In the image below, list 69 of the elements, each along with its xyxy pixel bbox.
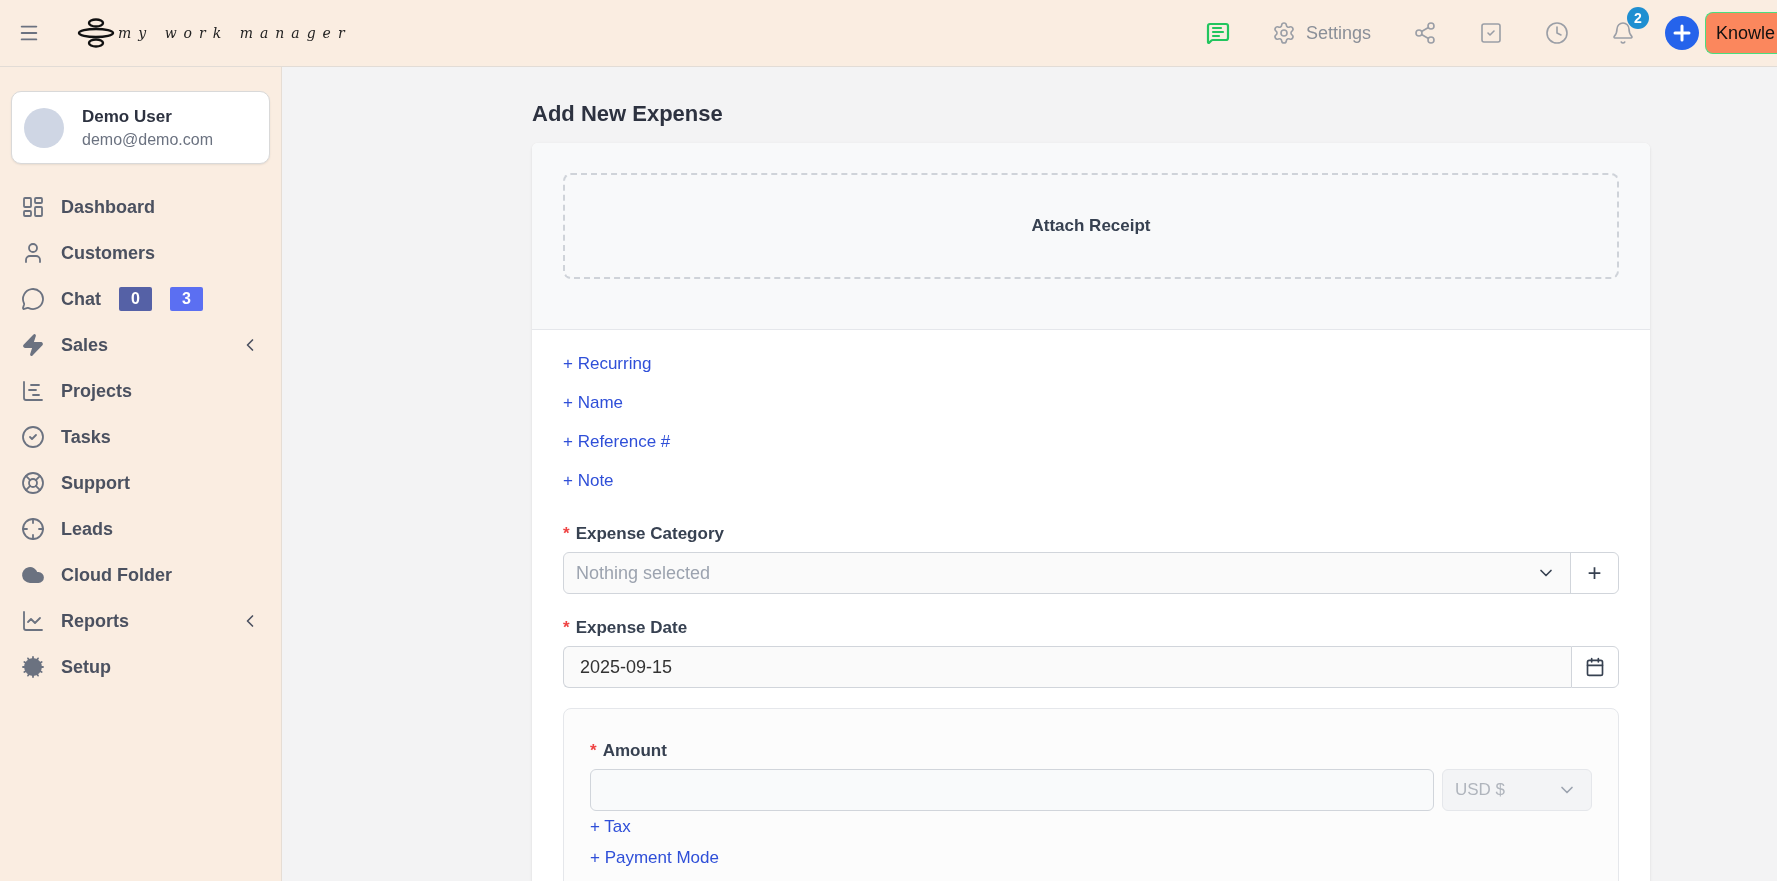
add-field-link[interactable]: + Payment Mode: [590, 844, 719, 871]
user-name: Demo User: [82, 106, 173, 127]
nav-label: Sales: [61, 334, 109, 356]
nav-label: Dashboard: [61, 196, 156, 218]
logo-icon: [76, 18, 116, 48]
settings-icon: [1271, 21, 1296, 45]
nav-item[interactable]: Cloud Folder: [11, 552, 270, 598]
add-field-link[interactable]: + Recurring: [563, 350, 652, 377]
checkbox-icon: [1478, 21, 1503, 45]
field-label: Amount: [602, 741, 667, 761]
setup-icon: [21, 655, 45, 679]
user-email: demo@demo.com: [82, 130, 213, 149]
tasks-icon: [21, 425, 45, 449]
reports-icon: [21, 609, 45, 633]
knowledge-button[interactable]: Knowle: [1704, 12, 1777, 54]
avatar-icon: [24, 107, 64, 148]
nav-item[interactable]: Customers: [11, 230, 270, 276]
chat-icon: [1205, 21, 1230, 45]
logo-text: my work manager: [118, 25, 352, 41]
amount-field[interactable]: [590, 769, 1434, 811]
dashboard-icon: [21, 195, 45, 219]
share-button[interactable]: [1412, 21, 1437, 45]
add-button[interactable]: [1664, 16, 1699, 50]
add-field-link[interactable]: + Tax: [590, 813, 631, 840]
checkbox-button[interactable]: [1478, 21, 1503, 45]
share-icon: [1412, 21, 1437, 45]
calendar-icon[interactable]: [1585, 657, 1605, 677]
field-label: Expense Category: [575, 524, 724, 544]
nav-item[interactable]: Projects: [11, 368, 270, 414]
nav-label: Support: [61, 472, 130, 494]
required-mark: *: [563, 524, 570, 544]
clock-icon: [1544, 21, 1569, 45]
nav-label: Setup: [61, 656, 111, 678]
nav-item[interactable]: Leads: [11, 506, 270, 552]
nav-label: Chat: [61, 288, 101, 310]
field-label: Expense Date: [575, 618, 688, 638]
notification-count: 2: [1626, 7, 1649, 29]
count-badge: 0: [119, 287, 152, 311]
nav-item[interactable]: Sales: [11, 322, 270, 368]
add-field-link[interactable]: + Reference #: [563, 428, 671, 455]
date-field[interactable]: 2025-09-15: [563, 646, 1571, 688]
nav-item[interactable]: Reports: [11, 598, 270, 644]
notification-button[interactable]: [1610, 21, 1635, 45]
nav-item[interactable]: Tasks: [11, 414, 270, 460]
page-title: Add New Expense: [532, 101, 724, 127]
count-badge: 3: [169, 287, 203, 311]
nav-item[interactable]: Setup: [11, 644, 270, 690]
support-icon: [21, 471, 45, 495]
add-field-link[interactable]: + Name: [563, 389, 623, 416]
clock-button[interactable]: [1544, 21, 1569, 45]
attach-receipt-dropzone[interactable]: Attach Receipt: [563, 173, 1619, 279]
nav-item[interactable]: Chat 0 3: [11, 276, 270, 322]
nav-label: Projects: [61, 380, 133, 402]
nav-label: Tasks: [61, 426, 111, 448]
required-mark: *: [563, 618, 570, 638]
nav-item[interactable]: Dashboard: [11, 184, 270, 230]
leads-icon: [21, 517, 45, 541]
add-field-link[interactable]: + Note: [563, 467, 614, 494]
projects-icon: [21, 379, 45, 403]
nav-label: Cloud Folder: [61, 564, 172, 586]
nav-label: Leads: [61, 518, 114, 540]
nav-label: Customers: [61, 242, 156, 264]
sales-icon: [21, 333, 45, 357]
nav-label: Reports: [61, 610, 129, 632]
chat-icon: [21, 287, 45, 311]
notification-icon: [1610, 21, 1635, 45]
required-mark: *: [590, 741, 597, 761]
nav-item[interactable]: Support: [11, 460, 270, 506]
chat-button[interactable]: [1205, 21, 1230, 45]
